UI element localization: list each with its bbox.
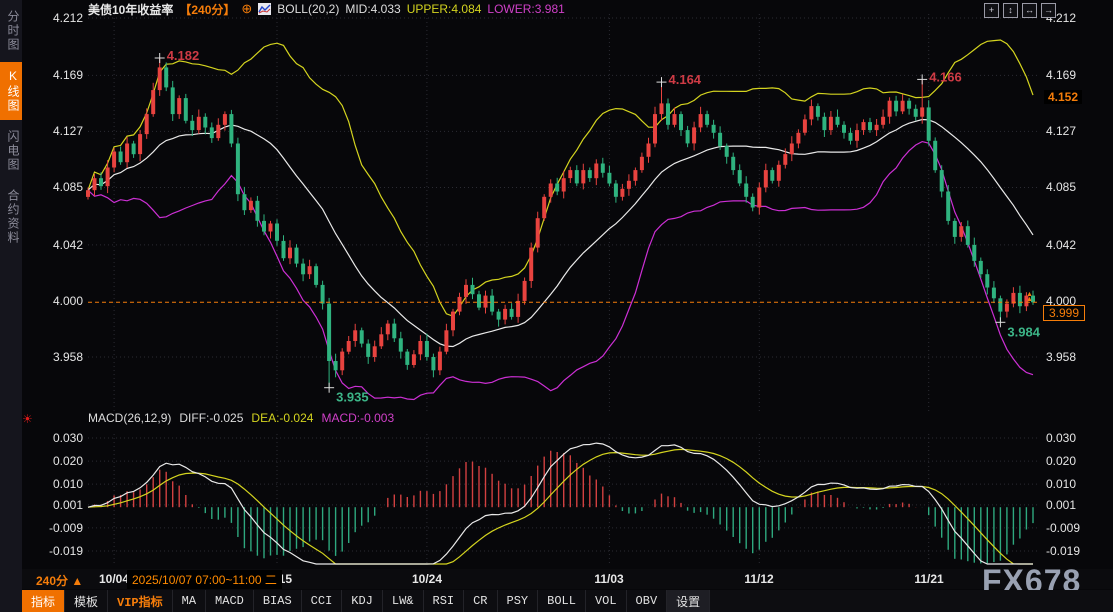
bar-datetime-tooltip: 2025/10/07 07:00~11:00 二: [127, 570, 282, 589]
menu-item-indicator[interactable]: 指标: [22, 590, 65, 612]
menu-item-kdj[interactable]: KDJ: [342, 590, 383, 612]
period-selector[interactable]: 240分 ▲: [36, 572, 83, 589]
sidebar-tab-contract-info[interactable]: 合约资料: [0, 182, 22, 252]
menu-item-psy[interactable]: PSY: [498, 590, 539, 612]
macd-axis-tick: 0.010: [39, 477, 83, 491]
price-axis-tick: 4.127: [1046, 124, 1076, 138]
indicator-menu-bar: 指标模板VIP指标MAMACDBIASCCIKDJLW&RSICRPSYBOLL…: [22, 590, 1113, 612]
mini-chart-icon[interactable]: [258, 3, 271, 15]
instrument-title: 美债10年收益率: [88, 1, 173, 18]
price-axis-tick: 4.042: [1046, 238, 1076, 252]
alert-sun-icon[interactable]: ☀: [22, 412, 33, 426]
macd-axis-tick: -0.009: [1046, 521, 1080, 535]
time-axis-bar: 240分 ▲ 10/0410/1510/2411/0311/1211/21 20…: [22, 569, 1113, 589]
macd-dea-value: DEA:-0.024: [251, 411, 313, 425]
menu-item-ma[interactable]: MA: [173, 590, 206, 612]
boll-mid-value: MID:4.033: [345, 2, 400, 16]
last-price-tag: 3.999: [1043, 305, 1085, 321]
menu-item-macd[interactable]: MACD: [206, 590, 254, 612]
price-axis-tick: 3.958: [1046, 350, 1076, 364]
price-axis-tick: 4.042: [39, 238, 83, 252]
date-axis-label: 11/12: [744, 572, 773, 586]
prev-close-price-tag: 4.152: [1044, 90, 1082, 104]
price-axis-tick: 4.212: [39, 11, 83, 25]
price-axis-tick: 4.127: [39, 124, 83, 138]
menu-item-vip-indicator[interactable]: VIP指标: [108, 590, 173, 612]
macd-axis-tick: 0.020: [1046, 454, 1076, 468]
menu-item-boll[interactable]: BOLL: [538, 590, 586, 612]
macd-axis-tick: 0.030: [1046, 431, 1076, 445]
menu-item-obv[interactable]: OBV: [627, 590, 668, 612]
y-axis-scale-icon[interactable]: ↕: [1003, 3, 1018, 18]
macd-axis-tick: 0.020: [39, 454, 83, 468]
price-axis-tick: 4.085: [39, 180, 83, 194]
sidebar-tab-kline[interactable]: K线图: [0, 62, 22, 120]
chart-header: 美债10年收益率 【240分】 ⊕ BOLL(20,2) MID:4.033 U…: [88, 1, 565, 17]
menu-item-lw[interactable]: LW&: [383, 590, 424, 612]
macd-axis-tick: -0.019: [39, 544, 83, 558]
macd-axis-tick: -0.019: [1046, 544, 1080, 558]
date-axis-label: 10/24: [412, 572, 442, 586]
macd-macd-value: MACD:-0.003: [321, 411, 394, 425]
boll-lower-value: LOWER:3.981: [487, 2, 564, 16]
menu-item-cci[interactable]: CCI: [302, 590, 343, 612]
macd-indicator-label[interactable]: MACD(26,12,9): [88, 411, 171, 425]
macd-diff-value: DIFF:-0.025: [179, 411, 243, 425]
date-axis-label: 11/03: [594, 572, 623, 586]
macd-axis-tick: 0.010: [1046, 477, 1076, 491]
price-alert-icon[interactable]: ▲▲: [1026, 292, 1033, 302]
x-axis-scale-icon[interactable]: ↔: [1022, 3, 1037, 18]
macd-header: MACD(26,12,9) DIFF:-0.025 DEA:-0.024 MAC…: [88, 411, 394, 425]
price-axis-tick: 4.169: [1046, 68, 1076, 82]
price-axis-tick: 4.000: [39, 294, 83, 308]
sidebar-tab-flash[interactable]: 闪电图: [0, 123, 22, 179]
price-axis-tick: 3.958: [39, 350, 83, 364]
price-axis-tick: 4.085: [1046, 180, 1076, 194]
crosshair-icon[interactable]: +: [984, 3, 999, 18]
svg-text:3.984: 3.984: [1007, 324, 1040, 339]
sidebar-tab-time-share[interactable]: 分时图: [0, 3, 22, 59]
macd-axis-tick: -0.009: [39, 521, 83, 535]
menu-item-rsi[interactable]: RSI: [424, 590, 465, 612]
boll-upper-value: UPPER:4.084: [407, 2, 482, 16]
price-axis-tick: 4.169: [39, 68, 83, 82]
chart-app-window: 分时图 K线图闪电图合约资料 美债10年收益率 【240分】 ⊕ BOLL(20,…: [0, 0, 1113, 612]
date-axis-label: 11/21: [914, 572, 943, 586]
boll-indicator-label[interactable]: BOLL(20,2): [277, 2, 339, 16]
svg-text:4.164: 4.164: [669, 72, 702, 87]
menu-item-cr[interactable]: CR: [464, 590, 497, 612]
chart-type-sidebar: 分时图 K线图闪电图合约资料: [0, 0, 22, 612]
macd-axis-tick: 0.001: [1046, 498, 1076, 512]
menu-item-settings[interactable]: 设置: [667, 590, 710, 612]
menu-item-template[interactable]: 模板: [65, 590, 108, 612]
menu-item-vol[interactable]: VOL: [586, 590, 627, 612]
pan-right-icon[interactable]: →: [1041, 3, 1056, 18]
magnet-icon[interactable]: ⊕: [241, 1, 252, 17]
svg-text:4.182: 4.182: [167, 48, 200, 63]
chart-toolbar: + ↕ ↔ →: [984, 3, 1056, 18]
svg-text:4.166: 4.166: [929, 69, 962, 84]
period-tag[interactable]: 【240分】: [179, 1, 235, 18]
macd-axis-tick: 0.030: [39, 431, 83, 445]
date-axis-label: 10/04: [99, 572, 129, 586]
menu-item-bias[interactable]: BIAS: [254, 590, 302, 612]
svg-text:3.935: 3.935: [336, 390, 369, 405]
macd-axis-tick: 0.001: [39, 498, 83, 512]
